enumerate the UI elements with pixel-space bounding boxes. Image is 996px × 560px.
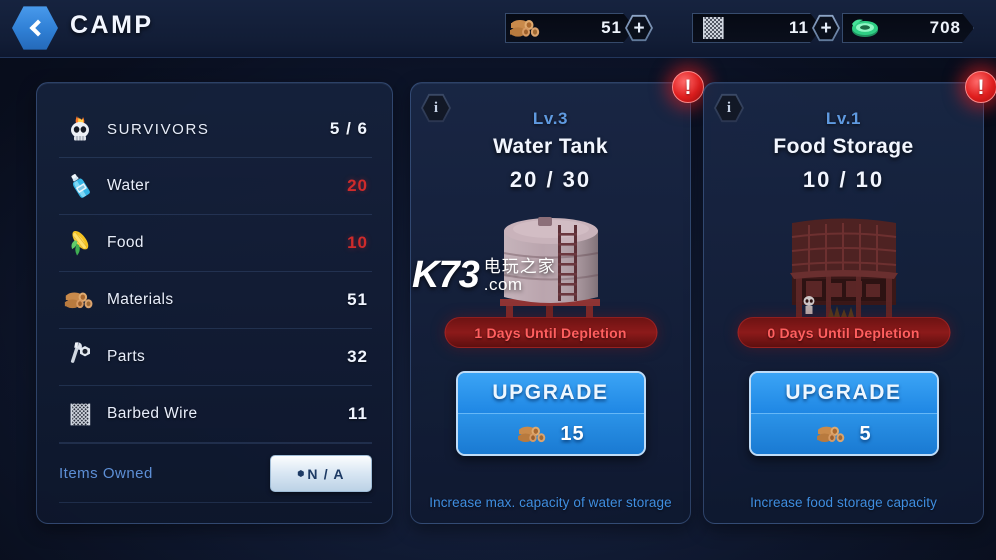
depletion-text: 1 Days Until Depletion — [474, 324, 627, 341]
barbed-wire-icon — [59, 397, 101, 431]
info-icon[interactable]: i — [421, 93, 451, 123]
resource-label: Parts — [107, 348, 146, 365]
resource-value: 10 — [347, 233, 368, 252]
card-description: Increase food storage capacity — [750, 495, 937, 510]
materials-logs-icon — [508, 14, 544, 42]
page-title: CAMP — [70, 11, 154, 39]
resource-label: Materials — [107, 291, 174, 308]
items-owned-row: Items Owned N / A — [59, 443, 372, 503]
add-materials-button[interactable]: + — [625, 14, 653, 42]
resource-value: 20 — [347, 176, 368, 195]
upgrade-label: UPGRADE — [785, 381, 902, 404]
water-bottle-icon — [59, 169, 101, 203]
info-icon[interactable]: i — [714, 93, 744, 123]
plus-icon: + — [633, 17, 645, 39]
resource-barbed-wire: 11 + — [692, 9, 840, 47]
upgrade-cost: 5 — [859, 422, 872, 445]
resource-row-parts[interactable]: Parts 32 — [59, 329, 372, 386]
corn-food-icon — [59, 226, 101, 260]
resource-value: 11 — [348, 404, 368, 423]
resource-label: Barbed Wire — [107, 405, 198, 422]
upgrade-button-water-tank[interactable]: UPGRADE 15 — [455, 371, 646, 456]
camp-screen: CAMP 51 + 11 + 708 SURVIVORS 5 / 6 Water… — [0, 0, 996, 560]
card-description: Increase max. capacity of water storage — [429, 495, 672, 510]
materials-logs-icon — [59, 283, 101, 317]
building-card-food-storage[interactable]: i ! Lv.1 Food Storage 10 / 10 0 Days Unt… — [703, 71, 996, 524]
resource-barbed-wire-pill: 11 — [692, 13, 822, 43]
top-bar: CAMP 51 + 11 + 708 — [0, 0, 996, 58]
resource-label: SURVIVORS — [107, 120, 210, 138]
plus-icon: + — [820, 17, 832, 39]
materials-logs-icon — [518, 426, 546, 443]
upgrade-cost: 15 — [560, 422, 585, 445]
alert-exclamation-icon[interactable]: ! — [965, 71, 996, 103]
resource-materials-pill: 51 — [505, 13, 635, 43]
upgrade-button-food-storage[interactable]: UPGRADE 5 — [748, 371, 939, 456]
alert-exclamation-icon[interactable]: ! — [672, 71, 704, 103]
wrench-parts-icon — [59, 340, 101, 374]
skull-survivors-icon — [59, 112, 101, 146]
upgrade-label: UPGRADE — [492, 381, 609, 404]
resource-gems: 708 — [842, 9, 974, 47]
upgrade-label-area: UPGRADE — [750, 373, 937, 414]
card-capacity: 10 / 10 — [802, 167, 885, 192]
building-card-water-tank[interactable]: i ! Lv.3 Water Tank 20 / 30 1 Days Until… — [410, 71, 704, 524]
card-title: Water Tank — [493, 135, 608, 158]
resource-gems-pill: 708 — [842, 13, 974, 43]
card-level: Lv.3 — [532, 109, 569, 128]
resource-row-survivors[interactable]: SURVIVORS 5 / 6 — [59, 101, 372, 158]
items-owned-button[interactable]: N / A — [270, 455, 372, 492]
resources-panel: SURVIVORS 5 / 6 Water 20 Food 10 Materia… — [36, 82, 393, 524]
resource-value: 51 — [347, 290, 368, 309]
upgrade-cost-area: 15 — [457, 414, 644, 454]
resource-label: Food — [107, 234, 144, 251]
depletion-banner: 0 Days Until Depletion — [737, 317, 950, 348]
materials-count: 51 — [601, 18, 622, 37]
depletion-text: 0 Days Until Depletion — [767, 324, 920, 341]
materials-logs-icon — [817, 426, 845, 443]
items-owned-label: Items Owned — [59, 464, 153, 482]
green-gem-icon — [845, 14, 881, 42]
card-level: Lv.1 — [825, 109, 862, 128]
upgrade-label-area: UPGRADE — [457, 373, 644, 414]
resource-row-materials[interactable]: Materials 51 — [59, 272, 372, 329]
resource-materials: 51 + — [505, 9, 653, 47]
upgrade-cost-area: 5 — [750, 414, 937, 454]
barbed-wire-icon — [695, 14, 731, 42]
resources-list: SURVIVORS 5 / 6 Water 20 Food 10 Materia… — [59, 101, 372, 503]
resource-label: Water — [107, 177, 150, 194]
resource-value: 32 — [347, 347, 368, 366]
depletion-banner: 1 Days Until Depletion — [444, 317, 657, 348]
card-capacity: 20 / 30 — [509, 167, 592, 192]
back-button[interactable] — [12, 5, 58, 51]
resource-row-water[interactable]: Water 20 — [59, 158, 372, 215]
water-tank-building — [411, 201, 690, 333]
resource-row-food[interactable]: Food 10 — [59, 215, 372, 272]
back-chevron-icon — [12, 6, 58, 50]
food-storage-building — [704, 201, 983, 333]
items-owned-value: N / A — [307, 465, 345, 482]
hex-bullet-icon — [297, 470, 304, 477]
barbed-wire-count: 11 — [789, 18, 809, 37]
add-barbed-wire-button[interactable]: + — [812, 14, 840, 42]
resource-row-barbed-wire[interactable]: Barbed Wire 11 — [59, 386, 372, 443]
resource-value: 5 / 6 — [329, 119, 368, 138]
gems-count: 708 — [929, 18, 961, 37]
card-title: Food Storage — [773, 135, 914, 158]
